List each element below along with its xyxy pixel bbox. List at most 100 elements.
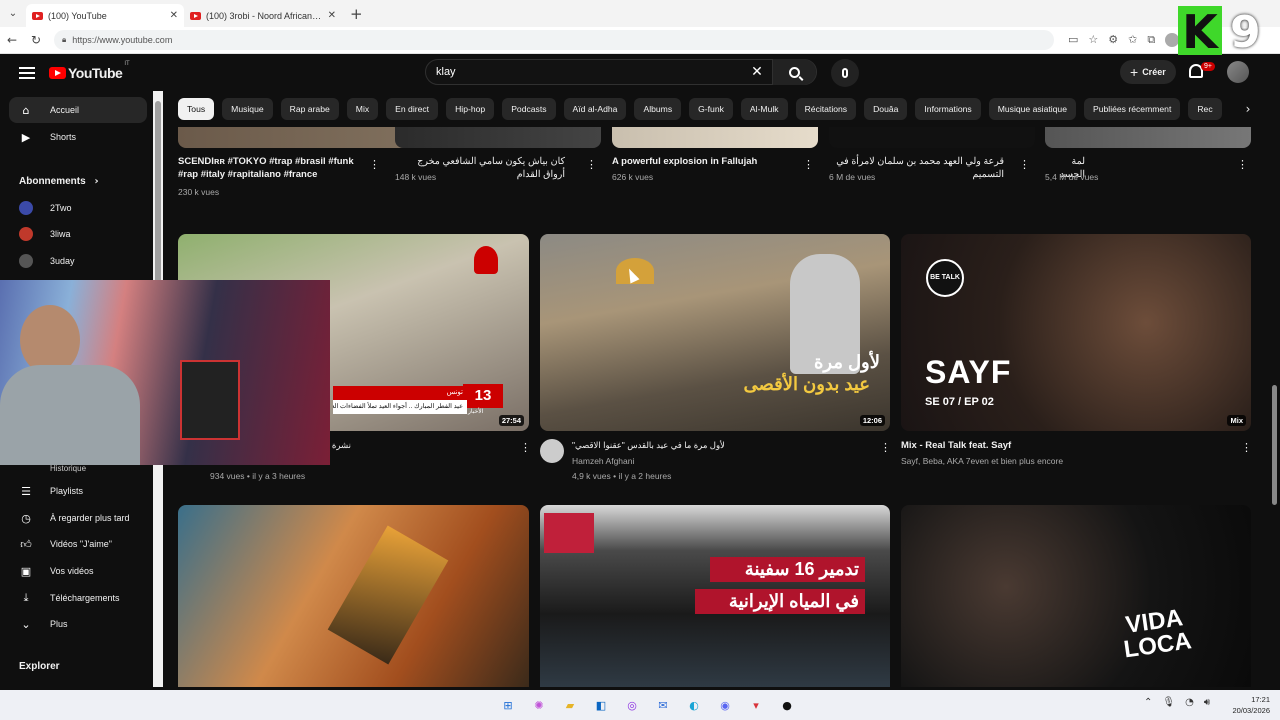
url-field[interactable]: 🔒︎ https://www.youtube.com (54, 30, 1054, 50)
app-icon[interactable]: ◎ (622, 695, 642, 715)
obs-icon[interactable]: ● (777, 695, 797, 715)
edge-browser-icon[interactable]: ◐ (684, 695, 704, 715)
store-icon[interactable]: ◧ (591, 695, 611, 715)
menu-hamburger-icon[interactable] (19, 67, 35, 79)
chip-musique[interactable]: Musique (222, 98, 273, 120)
be-talk-logo: BE TALK (926, 259, 964, 297)
sidebar-item-downloads[interactable]: ⤓ Téléchargements (9, 585, 147, 611)
sidebar-item-watch-later[interactable]: ◷ À regarder plus tard (9, 505, 147, 531)
chip-publi-es-r-cemment[interactable]: Publiées récemment (1084, 98, 1181, 120)
more-options-icon[interactable]: ⋮ (520, 441, 531, 454)
chevron-down-icon: ⌄ (21, 617, 31, 631)
video-thumbnail[interactable] (612, 127, 818, 148)
page-scrollbar-thumb[interactable] (1272, 385, 1277, 505)
new-tab-plus-icon[interactable]: + (350, 5, 363, 23)
video-title[interactable]: "لأول مرة ما في عيد بالقدس "عقنوا الاقصي (572, 440, 872, 451)
voice-search-button[interactable] (831, 59, 859, 87)
sidebar-item-accueil[interactable]: ⌂ Accueil (9, 97, 147, 123)
split-screen-icon[interactable]: ▭ (1068, 33, 1078, 47)
chip-musique-asiatique[interactable]: Musique asiatique (988, 98, 1076, 120)
video-thumbnail[interactable]: تدمير 16 سفينة في المياه الإيرانية (540, 505, 890, 687)
discord-icon[interactable]: ◉ (715, 695, 735, 715)
chip-al-mulk[interactable]: Al-Mulk (740, 98, 788, 120)
video-title[interactable]: A powerful explosion in Fallujah (612, 155, 797, 168)
sidebar-item-your-videos[interactable]: ▣ Vos vidéos (9, 558, 147, 584)
subscription-2two[interactable]: 2Two (9, 195, 147, 221)
video-thumbnail[interactable] (829, 127, 1035, 148)
channel-name[interactable]: Hamzeh Afghani (572, 456, 634, 466)
video-title[interactable]: SCENDIʀʀ #TOKYO #trap #brasil #funk #rap… (178, 155, 363, 181)
video-thumbnail[interactable] (1045, 127, 1251, 148)
chip-tous[interactable]: Tous (178, 98, 215, 120)
extensions-icon[interactable]: ⚙ (1108, 33, 1118, 47)
microphone-tray-icon[interactable]: 🎙︎ (1162, 697, 1175, 708)
clock-time: 17:21 (1251, 695, 1270, 704)
more-options-icon[interactable]: ⋮ (586, 158, 597, 171)
more-options-icon[interactable]: ⋮ (880, 441, 891, 454)
search-input[interactable] (436, 66, 742, 78)
chip-hip-hop[interactable]: Hip-hop (446, 98, 495, 120)
chip-dou-a[interactable]: Douâa (864, 98, 908, 120)
chip-rec[interactable]: Rec (1188, 98, 1222, 120)
page-scrollbar[interactable] (1271, 145, 1279, 687)
video-thumbnail[interactable]: BE TALK SAYF SE 07 / EP 02 Mix (901, 234, 1251, 431)
video-thumbnail[interactable] (178, 505, 529, 687)
chip-en-direct[interactable]: En direct (386, 98, 439, 120)
chip-rap-arabe[interactable]: Rap arabe (280, 98, 339, 120)
volume-icon[interactable]: 🔊︎ (1204, 697, 1210, 708)
video-thumbnail[interactable] (395, 127, 601, 148)
browser-tab-youtube[interactable]: (100) YouTube ✕ (26, 4, 184, 27)
taskbar-apps: ⊞ ✺ ▰ ◧ ◎ ✉ ◐ ◉ ▾ ● (498, 695, 797, 715)
news-badge: 13 (463, 384, 503, 408)
chip-a-d-al-adha[interactable]: Aïd al-Adha (563, 98, 627, 120)
taskbar-clock[interactable]: 17:21 20/03/2026 (1226, 694, 1270, 716)
star-icon[interactable]: ☆ (1088, 33, 1098, 47)
more-options-icon[interactable]: ⋮ (1237, 158, 1248, 171)
more-options-icon[interactable]: ⋮ (1241, 441, 1252, 454)
video-meta: 934 vues • il y a 3 heures (210, 471, 306, 481)
search-button[interactable] (772, 59, 816, 85)
youtube-logo[interactable]: YouTube IT (49, 61, 130, 81)
sidebar-item-shorts[interactable]: ▶ Shorts (9, 124, 147, 150)
windows-start-icon[interactable]: ⊞ (498, 695, 518, 715)
copilot-icon[interactable]: ✺ (529, 695, 549, 715)
sidebar-item-playlists[interactable]: ☰ Playlists (9, 478, 147, 504)
file-explorer-icon[interactable]: ▰ (560, 695, 580, 715)
pocket-icon[interactable]: ▾ (746, 695, 766, 715)
close-tab-icon[interactable]: ✕ (328, 10, 336, 21)
video-title[interactable]: Mix - Real Talk feat. Sayf (901, 440, 1201, 451)
channel-avatar (19, 254, 33, 268)
chip-r-citations[interactable]: Récitations (795, 98, 857, 120)
channel-avatar[interactable] (540, 439, 564, 463)
subscription-3uday[interactable]: 3uday (9, 248, 147, 274)
chip-albums[interactable]: Albums (634, 98, 682, 120)
browser-tab-3robi[interactable]: (100) 3robi - Noord Africano ft. Sn ✕ (184, 4, 342, 27)
more-options-icon[interactable]: ⋮ (1019, 158, 1030, 171)
close-tab-icon[interactable]: ✕ (170, 10, 178, 21)
subscriptions-heading[interactable]: Abonnements › (19, 176, 99, 187)
favorites-icon[interactable]: ✩ (1128, 33, 1137, 47)
subscription-3liwa[interactable]: 3liwa (9, 221, 147, 247)
outlook-icon[interactable]: ✉ (653, 695, 673, 715)
more-options-icon[interactable]: ⋮ (803, 158, 814, 171)
account-avatar[interactable] (1227, 61, 1249, 83)
tab-list-chevron-icon[interactable]: ⌄ (0, 0, 26, 27)
create-button[interactable]: + Créer (1120, 60, 1176, 84)
chips-next-chevron-icon[interactable]: › (1237, 98, 1259, 120)
chip-mix[interactable]: Mix (346, 98, 379, 120)
tray-chevron-icon[interactable]: ⌃ (1144, 697, 1152, 708)
chip-podcasts[interactable]: Podcasts (502, 98, 556, 120)
collections-icon[interactable]: ⧉ (1147, 33, 1155, 47)
video-thumbnail[interactable]: لأول مرة عيد بدون الأقصى 12:06 (540, 234, 890, 431)
chip-g-funk[interactable]: G-funk (689, 98, 733, 120)
more-options-icon[interactable]: ⋮ (369, 158, 380, 171)
reload-icon[interactable]: ↻ (24, 33, 48, 47)
video-thumbnail[interactable]: VIDA LOCA (901, 505, 1251, 687)
wifi-icon[interactable]: ◔ (1185, 697, 1194, 708)
clear-search-icon[interactable]: ✕ (742, 64, 772, 80)
sidebar-item-liked[interactable]: 👍︎ Vidéos "J'aime" (9, 531, 147, 557)
sidebar-item-more[interactable]: ⌄ Plus (9, 611, 147, 637)
chip-informations[interactable]: Informations (915, 98, 981, 120)
back-arrow-icon[interactable]: ← (0, 33, 24, 47)
channel-name[interactable]: Sayf, Beba, AKA 7even et bien plus encor… (901, 456, 1063, 466)
